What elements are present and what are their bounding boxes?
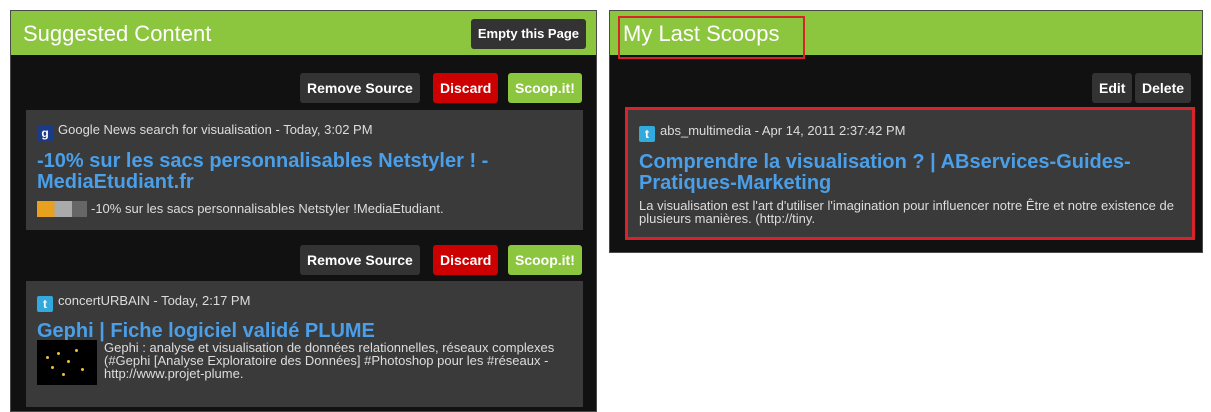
item-excerpt: -10% sur les sacs personnalisables Netst…: [91, 201, 444, 216]
suggested-content-title: Suggested Content: [23, 21, 212, 46]
item-title-link[interactable]: -10% sur les sacs personnalisables Netst…: [37, 151, 557, 193]
suggested-item-card: t concertURBAIN - Today, 2:17 PM Gephi | …: [26, 281, 583, 407]
suggested-content-panel: Suggested Content Empty this Page Remove…: [10, 10, 597, 412]
item-title-link[interactable]: Comprendre la visualisation ? | ABservic…: [639, 152, 1159, 194]
edit-button[interactable]: Edit: [1092, 73, 1133, 103]
item-title-link[interactable]: Gephi | Fiche logiciel validé PLUME: [37, 321, 557, 342]
scoop-it-button[interactable]: Scoop.it!: [508, 73, 582, 103]
twitter-icon: t: [37, 296, 53, 312]
item-source: concertURBAIN - Today, 2:17 PM: [58, 293, 251, 308]
last-scoops-panel: My Last Scoops Edit Delete t abs_multimed…: [609, 10, 1203, 253]
remove-source-button[interactable]: Remove Source: [300, 245, 420, 275]
google-news-icon: g: [37, 125, 53, 141]
item-source: Google News search for visualisation - T…: [58, 122, 373, 137]
discard-button[interactable]: Discard: [433, 73, 499, 103]
item-source-line: g Google News search for visualisation - …: [37, 122, 373, 141]
empty-page-button[interactable]: Empty this Page: [470, 19, 586, 49]
scoop-it-button[interactable]: Scoop.it!: [508, 245, 582, 275]
delete-button[interactable]: Delete: [1135, 73, 1192, 103]
twitter-icon: t: [639, 126, 655, 142]
remove-source-button[interactable]: Remove Source: [300, 73, 420, 103]
item-thumbnail: [37, 201, 87, 217]
item-thumbnail: [37, 340, 97, 385]
item-source-line: t abs_multimedia - Apr 14, 2011 2:37:42 P…: [639, 123, 905, 142]
item-source-line: t concertURBAIN - Today, 2:17 PM: [37, 293, 250, 312]
discard-button[interactable]: Discard: [433, 245, 499, 275]
item-excerpt: La visualisation est l'art d'utiliser l'…: [639, 198, 1174, 226]
last-scoops-title: My Last Scoops: [623, 21, 780, 46]
last-scoops-header: My Last Scoops: [610, 11, 1202, 55]
scoop-item-card: t abs_multimedia - Apr 14, 2011 2:37:42 P…: [625, 107, 1195, 240]
suggested-item-card: g Google News search for visualisation - …: [26, 110, 583, 230]
item-source: abs_multimedia - Apr 14, 2011 2:37:42 PM: [660, 123, 906, 138]
suggested-content-header: Suggested Content Empty this Page: [11, 11, 596, 55]
item-excerpt: Gephi : analyse et visualisation de donn…: [104, 340, 555, 381]
